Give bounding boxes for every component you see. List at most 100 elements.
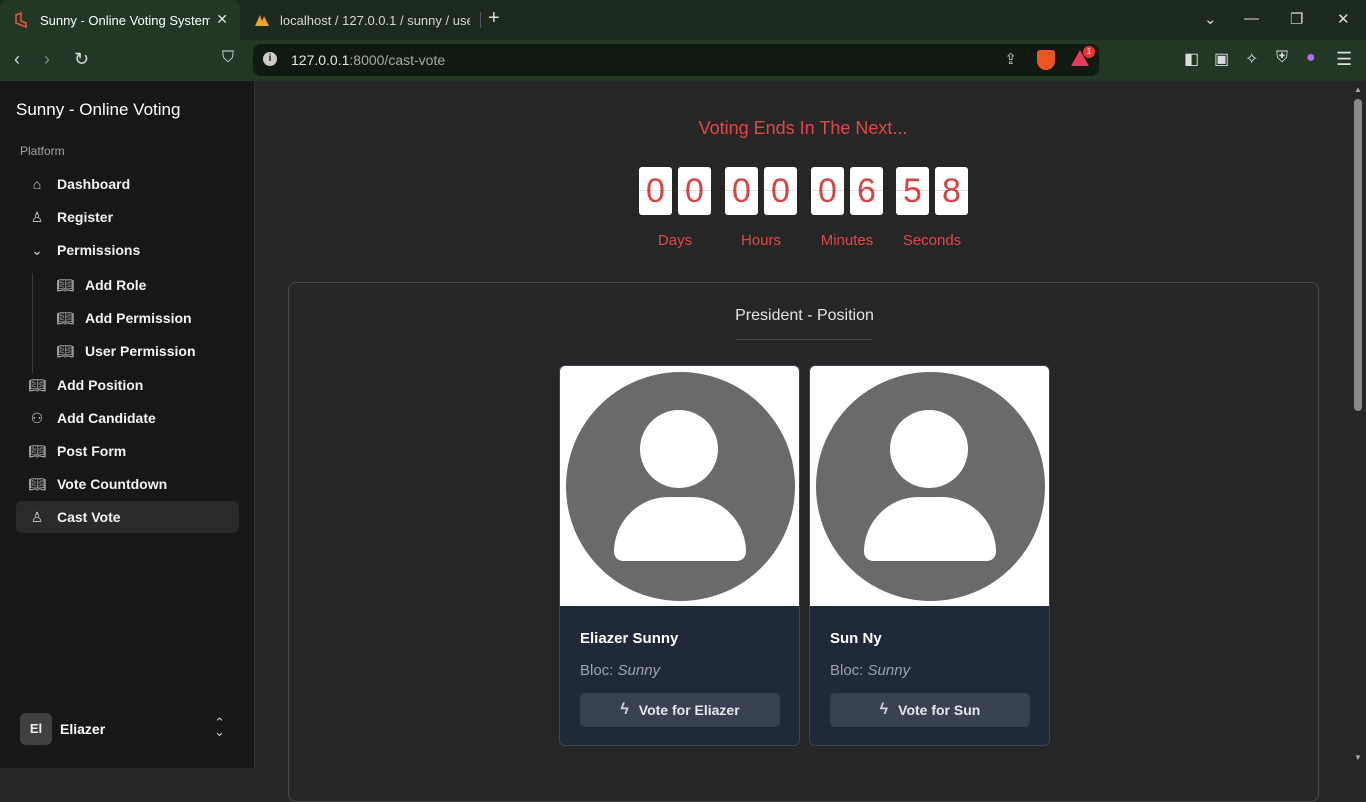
- user-menu[interactable]: El Eliazer ⌃ ⌄: [20, 713, 235, 745]
- user-icon: ♙: [30, 208, 44, 225]
- sidebar-item-label: Add Position: [57, 377, 144, 393]
- countdown-title: Voting Ends In The Next...: [698, 118, 908, 138]
- brave-shields-icon[interactable]: [1037, 50, 1055, 70]
- position-card: President - Position Eliazer Sunny Bloc:…: [288, 282, 1319, 802]
- sidebar-item-register[interactable]: ♙ Register: [16, 201, 239, 233]
- countdown-seconds: 5 8 Seconds: [896, 167, 968, 249]
- countdown-days: 0 0 Days: [639, 167, 711, 249]
- vpn-shield-icon[interactable]: ⛨: [1276, 49, 1288, 67]
- book-icon: 📖︎: [56, 309, 74, 326]
- sidebar-item-label: Vote Countdown: [57, 476, 168, 492]
- avatar: El: [20, 713, 52, 745]
- countdown-digit: 0: [811, 167, 844, 215]
- sidebar-item-dashboard[interactable]: ⌂ Dashboard: [16, 168, 239, 200]
- countdown-digit: 5: [896, 167, 929, 215]
- countdown-label: Hours: [740, 232, 781, 249]
- sidebar-item-add-role[interactable]: 📖︎ Add Role: [16, 269, 239, 301]
- user-icon: ♙: [30, 508, 44, 525]
- vote-button-label: Vote for Eliazer: [638, 702, 740, 718]
- countdown-minutes: 0 6 Minutes: [811, 167, 883, 249]
- sidebar: Sunny - Online Voting Platform ⌂ Dashboa…: [0, 81, 255, 768]
- sidebar-item-label: Add Candidate: [57, 410, 156, 426]
- chevron-down-icon: ⌄: [31, 241, 43, 258]
- sidebar-item-label: Dashboard: [57, 176, 131, 192]
- sidebar-item-permissions[interactable]: ⌄ Permissions: [16, 234, 239, 266]
- lightning-icon: ϟ: [620, 701, 629, 718]
- wallet-icon[interactable]: ▣: [1214, 49, 1229, 69]
- book-icon: 📖︎: [56, 342, 74, 359]
- position-title-divider: [735, 339, 873, 340]
- tab-separator: [480, 12, 481, 28]
- url-text: 127.0.0.1:8000/cast-vote: [291, 52, 446, 68]
- book-icon: 📖︎: [28, 475, 46, 492]
- sidebar-item-label: Add Role: [85, 277, 147, 293]
- close-window-icon[interactable]: ✕: [1337, 10, 1350, 28]
- candidate-bloc: Bloc: Sunny: [830, 662, 911, 679]
- browser-tab-bar: Sunny - Online Voting System ✕ localhost…: [0, 0, 1366, 40]
- vote-button[interactable]: ϟ Vote for Eliazer: [580, 693, 780, 727]
- sidebar-item-add-position[interactable]: 📖︎ Add Position: [16, 369, 239, 401]
- default-avatar-icon: [566, 372, 795, 601]
- close-tab-icon[interactable]: ✕: [216, 11, 228, 28]
- sidebar-item-label: Add Permission: [85, 310, 192, 326]
- profile-icon[interactable]: ●: [1306, 49, 1316, 67]
- phpmyadmin-favicon-icon: [255, 15, 269, 26]
- default-avatar-icon: [816, 372, 1045, 601]
- scrollbar-thumb[interactable]: [1354, 99, 1362, 411]
- restore-icon[interactable]: ❐: [1290, 10, 1303, 28]
- sidebar-item-add-permission[interactable]: 📖︎ Add Permission: [16, 302, 239, 334]
- candidate-bloc: Bloc: Sunny: [580, 662, 661, 679]
- countdown-digit: 0: [764, 167, 797, 215]
- sidebar-item-add-candidate[interactable]: ⚇ Add Candidate: [16, 402, 239, 434]
- countdown-digit: 6: [850, 167, 883, 215]
- countdown-label: Minutes: [820, 232, 874, 249]
- tab-title: localhost / 127.0.0.1 / sunny / users: [280, 12, 470, 28]
- candidate-name: Eliazer Sunny: [580, 630, 679, 647]
- book-icon: 📖︎: [28, 442, 46, 459]
- chevrons-up-down-icon: ⌃ ⌄: [214, 715, 225, 739]
- main-content: Voting Ends In The Next... 0 0 Days 0 0 …: [256, 81, 1350, 802]
- sidebar-item-post-form[interactable]: 📖︎ Post Form: [16, 435, 239, 467]
- candidate-photo: [560, 366, 799, 606]
- tab-voting-system[interactable]: Sunny - Online Voting System ✕: [0, 0, 240, 40]
- sidebar-item-label: Cast Vote: [57, 509, 121, 525]
- sidebar-item-label: User Permission: [85, 343, 196, 359]
- candidate-card: Sun Ny Bloc: Sunny ϟ Vote for Sun: [809, 365, 1050, 746]
- countdown-digit: 0: [678, 167, 711, 215]
- menu-icon[interactable]: ☰: [1336, 49, 1352, 70]
- sidebar-toggle-icon[interactable]: ◧: [1184, 49, 1199, 69]
- sidebar-item-user-permission[interactable]: 📖︎ User Permission: [16, 335, 239, 367]
- sidebar-item-cast-vote[interactable]: ♙ Cast Vote: [16, 501, 239, 533]
- leo-ai-icon[interactable]: ✧: [1245, 49, 1258, 69]
- back-icon[interactable]: ‹: [14, 49, 20, 70]
- sidebar-item-label: Register: [57, 209, 114, 225]
- countdown-digit: 0: [725, 167, 758, 215]
- page-scrollbar[interactable]: ▲ ▼: [1350, 81, 1366, 768]
- scroll-down-arrow-icon[interactable]: ▼: [1354, 753, 1362, 762]
- users-icon: ⚇: [30, 409, 44, 426]
- vote-button[interactable]: ϟ Vote for Sun: [830, 693, 1030, 727]
- tab-search-chevron-icon[interactable]: ⌄: [1204, 10, 1217, 28]
- tab-phpmyadmin[interactable]: localhost / 127.0.0.1 / sunny / users: [244, 0, 480, 40]
- candidate-photo: [810, 366, 1049, 606]
- bookmark-icon[interactable]: ⛉: [222, 49, 234, 67]
- minimize-icon[interactable]: —: [1244, 10, 1259, 27]
- candidate-name: Sun Ny: [830, 630, 882, 647]
- app-brand[interactable]: Sunny - Online Voting: [16, 100, 180, 120]
- countdown-digit: 8: [935, 167, 968, 215]
- countdown-label: Seconds: [902, 232, 962, 249]
- reload-icon[interactable]: ↻: [74, 49, 89, 70]
- site-info-icon[interactable]: i: [263, 52, 277, 66]
- lightning-icon: ϟ: [879, 701, 889, 718]
- new-tab-plus-icon[interactable]: +: [488, 7, 500, 30]
- sidebar-item-vote-countdown[interactable]: 📖︎ Vote Countdown: [16, 468, 239, 500]
- scroll-up-arrow-icon[interactable]: ▲: [1354, 85, 1362, 94]
- share-icon[interactable]: ⇪: [1004, 50, 1017, 68]
- tab-title: Sunny - Online Voting System: [40, 12, 210, 28]
- address-bar[interactable]: i 127.0.0.1:8000/cast-vote ⇪ 1: [253, 44, 1099, 76]
- laravel-favicon-icon: [15, 12, 27, 28]
- book-icon: 📖︎: [56, 276, 74, 293]
- rewards-badge: 1: [1083, 46, 1095, 58]
- forward-icon[interactable]: ›: [44, 49, 50, 70]
- countdown-hours: 0 0 Hours: [725, 167, 797, 249]
